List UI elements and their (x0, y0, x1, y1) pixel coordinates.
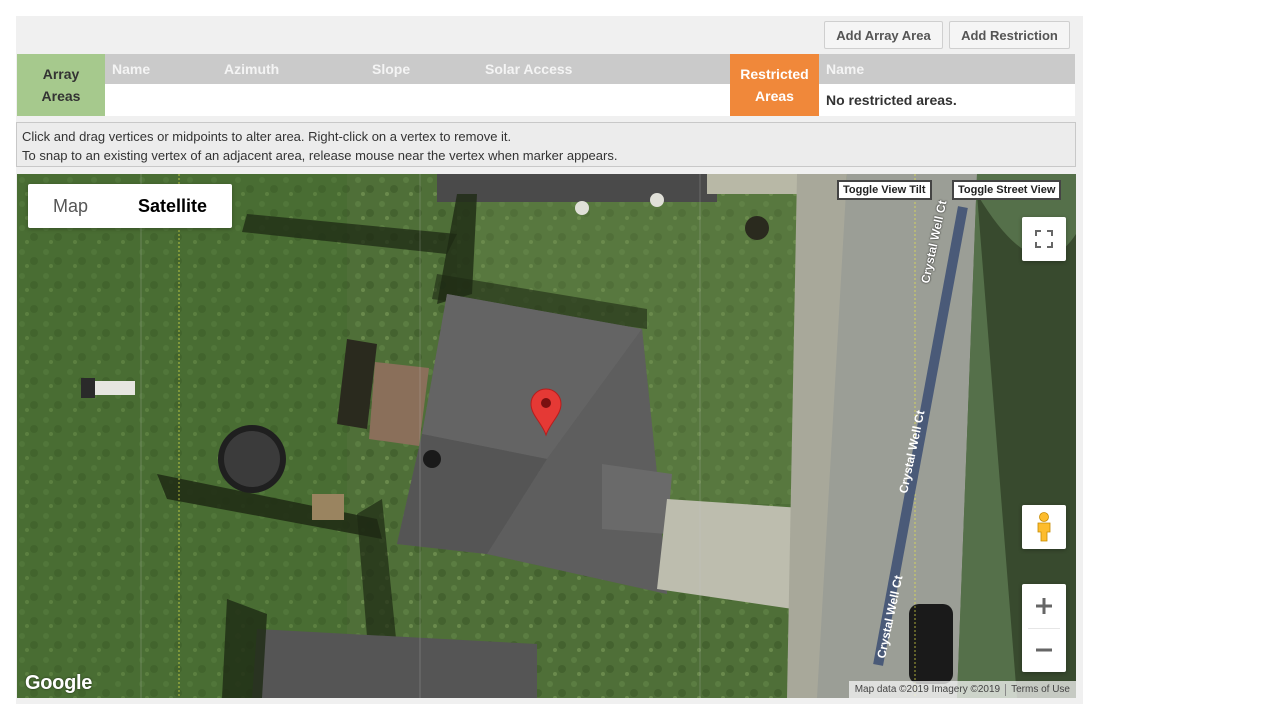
toggle-view-tilt-button[interactable]: Toggle View Tilt (837, 180, 932, 200)
street-view-pegman-button[interactable] (1022, 505, 1066, 549)
column-solar-access: Solar Access (485, 61, 573, 77)
terms-of-use-link[interactable]: Terms of Use (1011, 684, 1070, 695)
restricted-areas-label: Restricted Areas (740, 66, 809, 104)
array-areas-list (105, 84, 730, 116)
instructions-box: Click and drag vertices or midpoints to … (16, 122, 1076, 167)
fullscreen-button[interactable] (1022, 217, 1066, 261)
column-name: Name (112, 61, 151, 77)
zoom-control (1022, 584, 1066, 672)
map-attribution: Map data ©2019 Imagery ©2019 Terms of Us… (848, 681, 1076, 698)
restricted-empty-message: No restricted areas. (826, 92, 957, 108)
attribution-text: Map data ©2019 Imagery ©2019 (854, 684, 1001, 695)
restricted-areas-list: No restricted areas. (819, 84, 1075, 116)
zoom-in-icon (1036, 597, 1052, 614)
toggle-street-view-button[interactable]: Toggle Street View (952, 180, 1062, 200)
map-type-map-button[interactable]: Map (28, 184, 113, 228)
satellite-map[interactable]: Crystal Well Ct Crystal Well Ct Crystal … (17, 174, 1076, 698)
array-areas-header: Array Areas (17, 54, 105, 116)
array-areas-label: Array Areas (41, 66, 81, 104)
add-restriction-button[interactable]: Add Restriction (949, 21, 1070, 49)
satellite-imagery[interactable]: Crystal Well Ct Crystal Well Ct Crystal … (17, 174, 1076, 698)
pegman-icon (1037, 512, 1051, 542)
attribution-separator (1005, 683, 1007, 696)
restricted-areas-header: Restricted Areas (730, 54, 819, 116)
instruction-line-1: Click and drag vertices or midpoints to … (22, 129, 512, 144)
zoom-out-button[interactable] (1022, 628, 1066, 672)
instruction-line-2: To snap to an existing vertex of an adja… (22, 148, 618, 163)
column-azimuth: Azimuth (224, 61, 280, 77)
zoom-out-icon (1036, 648, 1052, 652)
map-type-control: Map Satellite (28, 184, 233, 228)
fullscreen-icon (1035, 230, 1053, 248)
google-logo: Google (25, 672, 93, 694)
zoom-in-button[interactable] (1022, 584, 1066, 628)
restricted-column-name: Name (826, 61, 865, 77)
column-slope: Slope (372, 61, 411, 77)
restricted-areas-columns: Name (819, 54, 1075, 84)
add-array-area-button[interactable]: Add Array Area (824, 21, 943, 49)
map-type-satellite-button[interactable]: Satellite (113, 184, 232, 228)
array-areas-columns: Name Azimuth Slope Solar Access (105, 54, 730, 84)
